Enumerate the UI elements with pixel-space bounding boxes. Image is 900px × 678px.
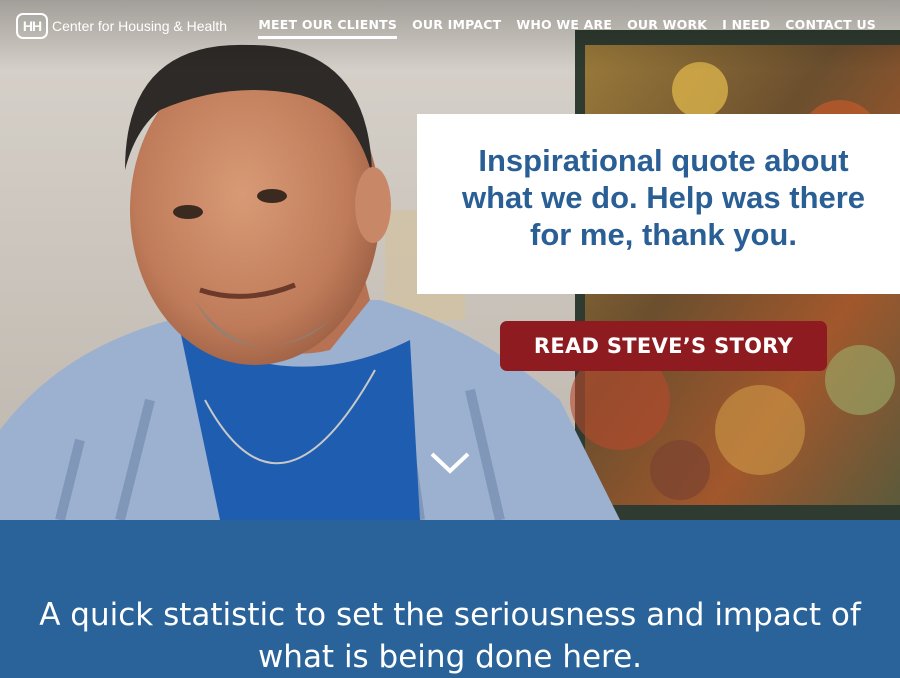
nav-contact-us[interactable]: CONTACT US [785,17,876,39]
nav-our-work[interactable]: OUR WORK [627,17,707,39]
nav-who-we-are[interactable]: WHO WE ARE [516,17,612,39]
stats-section: A quick statistic to set the seriousness… [0,520,900,675]
stats-text: A quick statistic to set the seriousness… [39,597,861,675]
nav-i-need[interactable]: I NEED [722,17,770,39]
hero-section: HH Center for Housing & Health MEET OUR … [0,0,900,520]
hero-quote: Inspirational quote about what we do. He… [461,143,866,252]
site-logo[interactable]: HH Center for Housing & Health [16,11,227,41]
logo-mark: HH [16,13,48,39]
read-story-button[interactable]: READ STEVE’S STORY [500,321,827,371]
quote-card: Inspirational quote about what we do. He… [417,114,900,294]
chevron-down-icon[interactable] [429,450,471,476]
main-nav: MEET OUR CLIENTS OUR IMPACT WHO WE ARE O… [243,17,876,39]
logo-text: Center for Housing & Health [52,18,228,34]
nav-meet-our-clients[interactable]: MEET OUR CLIENTS [258,17,398,39]
nav-our-impact[interactable]: OUR IMPACT [412,17,501,39]
